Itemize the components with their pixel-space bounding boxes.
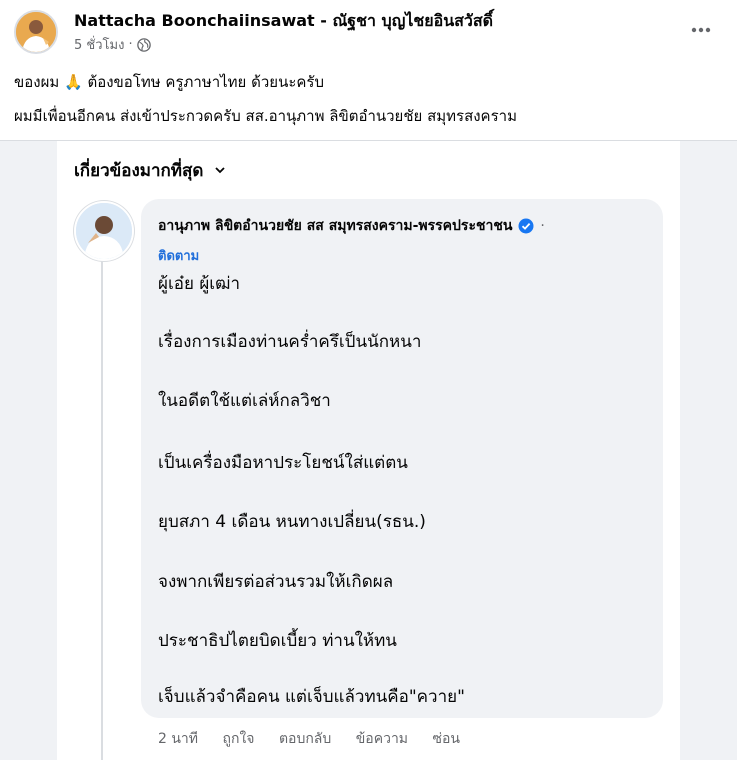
comment-author-name: อานุภาพ ลิขิตอำนวยชัย สส สมุทรสงคราม-พรร… (158, 218, 513, 234)
comment-actions: 2 นาที ถูกใจ ตอบกลับ ข้อความ ซ่อน (158, 728, 480, 750)
comment-line-4: เป็นเครื่องมือหาประโยชน์ใส่แต่ตน (158, 453, 408, 473)
more-options-icon (691, 27, 711, 33)
comment-line-2: เรื่องการเมืองท่านคร่ำครึเป็นนักหนา (158, 332, 422, 352)
comment-time: 2 นาที (158, 731, 199, 747)
comment-line-7: ประชาธิปไตยบิดเบี้ยว ท่านให้ทน (158, 631, 397, 651)
message-action: ข้อความ (355, 731, 409, 747)
author-avatar-image (16, 12, 56, 52)
more-options-button[interactable] (689, 18, 713, 42)
hide-action: ซ่อน (432, 731, 460, 747)
commenter-avatar (74, 201, 134, 261)
reply-action: ตอบกลับ (278, 731, 332, 747)
thread-line (101, 260, 103, 760)
post-meta: 5 ชั่วโมง · (74, 34, 151, 55)
comment-author: อานุภาพ ลิขิตอำนวยชัย สส สมุทรสงคราม-พรร… (158, 215, 545, 237)
comment-line-6: จงพากเพียรต่อส่วนรวมให้เกิดผล (158, 572, 394, 592)
commenter-avatar-image (76, 203, 132, 259)
comment-line-3: ในอดีตใช้แต่เล่ห์กลวิชา (158, 391, 331, 411)
author-dot: · (540, 218, 545, 234)
meta-separator: · (128, 37, 133, 52)
verified-badge-icon (518, 218, 534, 234)
like-action: ถูกใจ (222, 731, 255, 747)
post-text-line-2: ผมมีเพื่อนอีกคน ส่งเข้าประกวดครับ สส.อาน… (14, 107, 517, 125)
comment-sort-selector: เกี่ยวข้องมากที่สุด (74, 157, 226, 184)
comment-line-5: ยุบสภา 4 เดือน หนทางเปลี่ยน(รธน.) (158, 512, 426, 532)
chevron-down-icon (215, 167, 226, 174)
post-header: Nattacha Boonchaiinsawat - ณัฐชา บุญไชยอ… (14, 10, 723, 54)
globe-icon[interactable] (136, 37, 151, 52)
sort-label: เกี่ยวข้องมากที่สุด (74, 161, 204, 181)
comment-line-8: เจ็บแล้วจำคือคน แต่เจ็บแล้วทนคือ"ควาย" (158, 687, 465, 707)
follow-link: ติดตาม (158, 249, 200, 264)
post-time[interactable]: 5 ชั่วโมง (74, 34, 124, 55)
author-avatar[interactable] (14, 10, 58, 54)
post-author-name[interactable]: Nattacha Boonchaiinsawat - ณัฐชา บุญไชยอ… (74, 9, 493, 34)
post-text-line-1: ของผม 🙏 ต้องขอโทษ ครูภาษาไทย ด้วยนะครับ (14, 73, 324, 91)
comment-line-1: ผู้เอ๋ย ผู้เฒ่า (158, 274, 241, 294)
